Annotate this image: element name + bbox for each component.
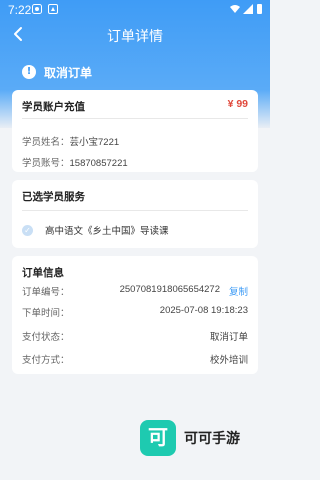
- payment-method-row: 支付方式： 校外培训: [22, 352, 248, 366]
- payment-method-value: 校外培训: [209, 355, 248, 366]
- student-account-row: 学员账号：15870857221: [22, 151, 128, 170]
- student-name-value: 芸小宝7221: [69, 137, 120, 148]
- battery-icon: [257, 4, 262, 14]
- price: ¥ 99: [227, 98, 248, 110]
- account-card: 学员账户充值 ¥ 99 学员姓名：芸小宝7221 学员账号：1587085722…: [12, 90, 258, 172]
- student-name-label: 学员姓名：: [22, 137, 70, 148]
- payment-status-label: 支付状态：: [22, 332, 70, 343]
- student-account-label: 学员账号：: [22, 158, 70, 169]
- status-bar: 7:22: [0, 0, 270, 20]
- page-title: 订单详情: [107, 28, 163, 44]
- order-status-text: 取消订单: [44, 65, 93, 80]
- app-notification-icon: [32, 4, 42, 14]
- brand-logo: 可: [140, 420, 176, 456]
- signal-icon: [243, 4, 253, 14]
- student-name-row: 学员姓名：芸小宝7221: [22, 130, 119, 149]
- divider: [22, 210, 248, 211]
- payment-method-label: 支付方式：: [22, 355, 70, 366]
- order-info-card: 订单信息 订单编号： 2507081918065654272 复制 下单时间： …: [12, 256, 258, 374]
- order-status: ! 取消订单: [22, 63, 92, 81]
- order-time-row: 下单时间： 2025-07-08 19:18:23: [22, 305, 248, 319]
- alert-icon: !: [22, 65, 36, 79]
- check-icon: ✓: [22, 224, 33, 236]
- brand-name: 可可手游: [184, 430, 240, 446]
- service-card-title: 已选学员服务: [22, 191, 85, 203]
- nav-bar: 订单详情: [0, 22, 270, 50]
- order-number-label: 订单编号：: [22, 287, 70, 298]
- wifi-icon: [230, 5, 240, 13]
- divider: [22, 118, 248, 119]
- service-item: ✓ 高中语文《乡土中国》导读课: [22, 223, 169, 237]
- app-notification-icon-2: [48, 4, 58, 14]
- order-time-value: 2025-07-08 19:18:23: [159, 305, 248, 316]
- status-time: 7:22: [8, 3, 32, 17]
- order-number-value: 2507081918065654272: [119, 284, 220, 295]
- brand-watermark: 可 可可手游: [140, 420, 240, 456]
- service-item-label: 高中语文《乡土中国》导读课: [45, 226, 169, 237]
- student-account-value: 15870857221: [69, 158, 128, 169]
- order-time-label: 下单时间：: [22, 308, 70, 319]
- copy-button[interactable]: 复制: [229, 284, 248, 298]
- service-card: 已选学员服务 ✓ 高中语文《乡土中国》导读课: [12, 180, 258, 248]
- account-card-title: 学员账户充值: [22, 101, 85, 113]
- payment-status-row: 支付状态： 取消订单: [22, 329, 248, 343]
- order-info-title: 订单信息: [22, 267, 64, 279]
- order-number-row: 订单编号： 2507081918065654272 复制: [22, 284, 248, 298]
- payment-status-value: 取消订单: [209, 332, 248, 343]
